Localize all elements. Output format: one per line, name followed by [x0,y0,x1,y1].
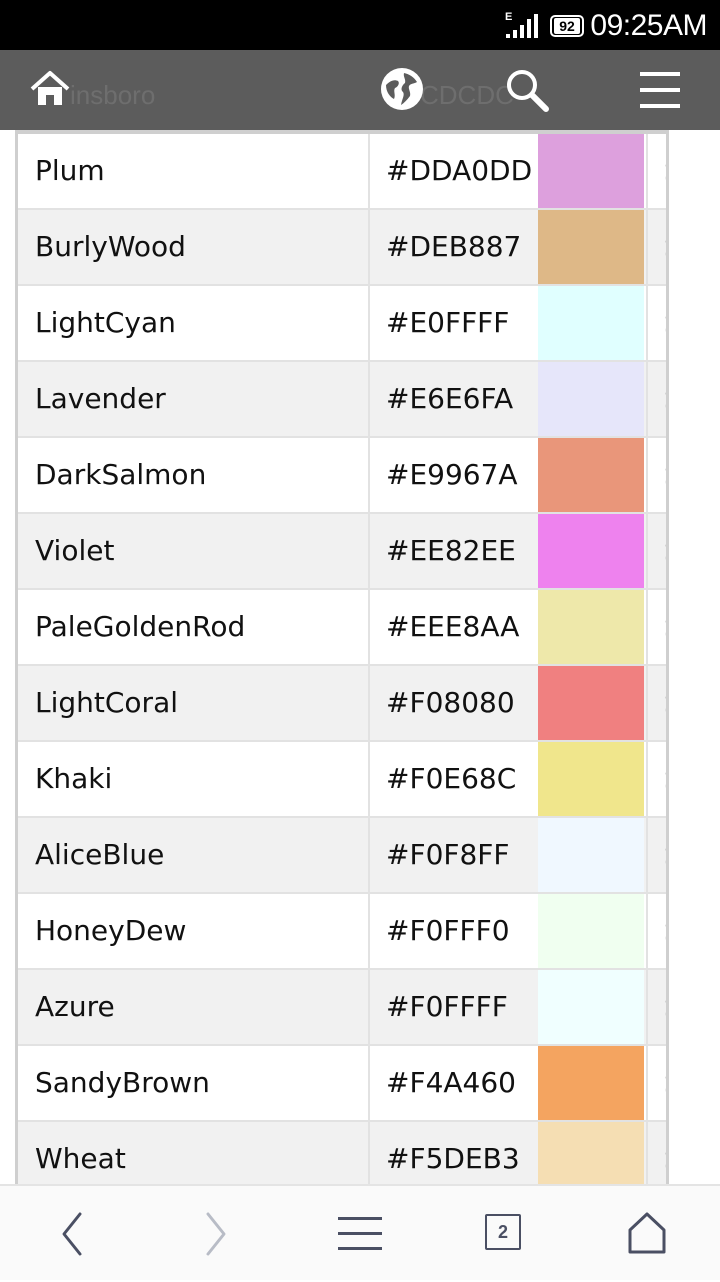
color-name-cell: Violet [35,534,115,567]
tab-count: 2 [497,1222,508,1242]
truncated-cell: S [646,1122,666,1184]
color-name-cell: Azure [35,990,115,1023]
clock: 09:25AM [590,9,707,42]
table-row: Violet #EE82EE S [18,514,666,590]
page-title-behind: insboro [70,80,156,110]
hex-code-cell: #E0FFFF [368,286,538,360]
menu-icon[interactable] [325,1186,395,1282]
color-name-cell: BurlyWood [35,230,186,263]
color-swatch [538,514,644,588]
truncated-cell: S [646,286,666,360]
hex-code-cell: #F0FFFF [368,970,538,1044]
truncated-cell: S [646,210,666,284]
table-row: Azure #F0FFFF S [18,970,666,1046]
truncated-cell: S [646,514,666,588]
hex-code-cell: #E9967A [368,438,538,512]
hex-code-cell: #DDA0DD [368,134,538,208]
color-name-cell: HoneyDew [35,914,187,947]
hex-code-cell: #F5DEB3 [368,1122,538,1184]
table-row: Plum #DDA0DD S [18,134,666,210]
truncated-cell: S [646,818,666,892]
color-swatch [538,438,644,512]
hex-code-cell: #F0F8FF [368,818,538,892]
truncated-cell: S [646,894,666,968]
color-swatch [538,894,644,968]
truncated-cell: S [646,742,666,816]
truncated-cell: S [646,362,666,436]
battery-icon: 92 [550,15,584,37]
table-row: DarkSalmon #E9967A S [18,438,666,514]
truncated-cell: S [646,666,666,740]
color-name-cell: SandyBrown [35,1066,210,1099]
color-swatch [538,286,644,360]
table-row: LightCyan #E0FFFF S [18,286,666,362]
tabs-icon[interactable]: 2 [485,1214,521,1250]
hex-code-cell: #F4A460 [368,1046,538,1120]
search-icon[interactable] [504,67,550,113]
color-swatch [538,1046,644,1120]
hex-code-cell: #F08080 [368,666,538,740]
battery-level: 92 [554,18,580,34]
color-name-cell: Wheat [35,1142,126,1175]
table-row: Wheat #F5DEB3 S [18,1122,666,1184]
color-name-cell: Khaki [35,762,113,795]
color-swatch [538,818,644,892]
color-swatch [538,1122,644,1184]
color-swatch [538,210,644,284]
color-swatch [538,134,644,208]
globe-icon[interactable] [378,65,426,113]
truncated-cell: S [646,1046,666,1120]
color-name-cell: LightCyan [35,306,176,339]
hex-code-cell: #E6E6FA [368,362,538,436]
table-row: PaleGoldenRod #EEE8AA S [18,590,666,666]
color-table: Plum #DDA0DD S BurlyWood #DEB887 S LightCyan #E… [15,134,669,1184]
network-type-label: E [505,11,512,23]
color-swatch [538,666,644,740]
color-swatch [538,970,644,1044]
status-bar: E 92 09:25AM [0,0,720,50]
hex-code-cell: #EE82EE [368,514,538,588]
table-row: HoneyDew #F0FFF0 S [18,894,666,970]
hex-code-cell: #F0E68C [368,742,538,816]
browser-toolbar: insboro CDCDC [0,50,720,130]
forward-icon[interactable] [180,1186,250,1282]
truncated-cell: S [646,134,666,208]
truncated-cell: S [646,438,666,512]
table-row: BurlyWood #DEB887 S [18,210,666,286]
hex-code-cell: #DEB887 [368,210,538,284]
home-icon[interactable] [612,1186,682,1282]
signal-icon: E [505,11,538,38]
color-name-cell: DarkSalmon [35,458,207,491]
color-name-cell: Plum [35,154,105,187]
hex-code-cell: #EEE8AA [368,590,538,664]
color-name-cell: PaleGoldenRod [35,610,246,643]
table-row: AliceBlue #F0F8FF S [18,818,666,894]
color-swatch [538,742,644,816]
hex-code-cell: #F0FFF0 [368,894,538,968]
color-swatch [538,362,644,436]
table-row: LightCoral #F08080 S [18,666,666,742]
web-content[interactable]: Plum #DDA0DD S BurlyWood #DEB887 S LightCyan #E… [0,130,720,1184]
back-icon[interactable] [40,1186,110,1282]
truncated-cell: S [646,590,666,664]
color-name-cell: LightCoral [35,686,179,719]
truncated-cell: S [646,970,666,1044]
page-value-behind: CDCDC [420,80,514,110]
table-row: SandyBrown #F4A460 S [18,1046,666,1122]
bottom-nav: 2 [0,1184,720,1280]
table-row: Khaki #F0E68C S [18,742,666,818]
table-row: Lavender #E6E6FA S [18,362,666,438]
menu-icon[interactable] [638,70,682,110]
color-name-cell: AliceBlue [35,838,165,871]
color-swatch [538,590,644,664]
home-icon[interactable] [28,69,72,109]
color-name-cell: Lavender [35,382,166,415]
